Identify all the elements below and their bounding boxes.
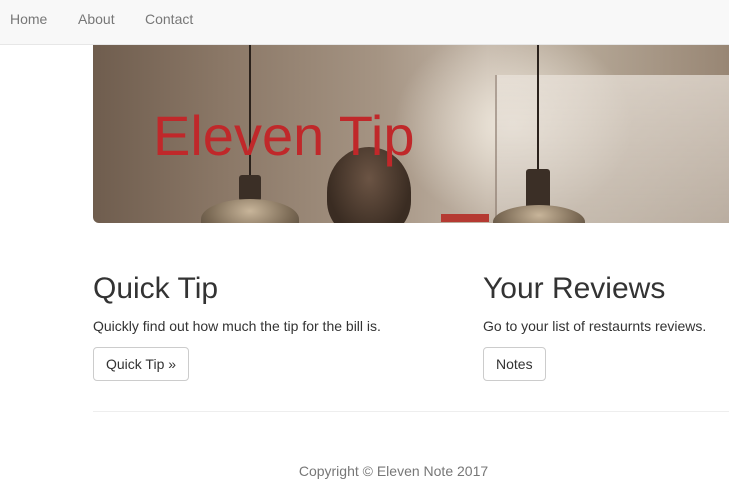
notes-button[interactable]: Notes: [483, 347, 546, 381]
quick-tip-description: Quickly find out how much the tip for th…: [93, 318, 381, 334]
footer-copyright: Copyright © Eleven Note 2017: [298, 463, 489, 479]
hero-title: Eleven Tip: [153, 104, 415, 167]
nav-link-contact[interactable]: Contact: [145, 11, 193, 27]
navbar: Home About Contact: [0, 0, 729, 45]
footer-divider: [93, 411, 729, 412]
reviews-column: Your Reviews Go to your list of restaurn…: [483, 272, 706, 334]
lamp-socket-right: [526, 169, 550, 209]
lamp-shade-left: [201, 199, 299, 223]
reviews-heading: Your Reviews: [483, 272, 666, 305]
quick-tip-button[interactable]: Quick Tip »: [93, 347, 190, 381]
quick-tip-heading: Quick Tip: [93, 272, 219, 305]
hero-red-sign: [441, 214, 489, 222]
nav-link-about[interactable]: About: [78, 11, 115, 27]
hero-banner: Eleven Tip: [93, 45, 729, 223]
reviews-description: Go to your list of restaurnts reviews.: [483, 318, 707, 334]
nav-link-home[interactable]: Home: [10, 11, 47, 27]
lamp-cord-right: [537, 45, 539, 171]
lamp-socket-left: [239, 175, 261, 201]
quick-tip-column: Quick Tip Quickly find out how much the …: [93, 272, 381, 334]
